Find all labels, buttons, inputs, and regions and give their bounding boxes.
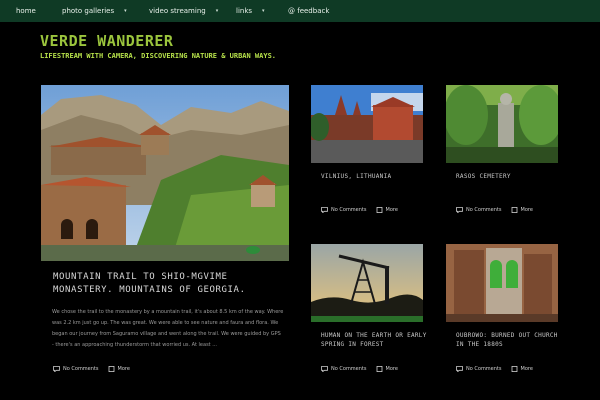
chevron-down-icon: ▾ xyxy=(262,8,265,14)
post-meta-burned-church: No Comments More xyxy=(456,366,533,372)
comments-link[interactable]: No Comments xyxy=(331,366,367,372)
comments-link[interactable]: No Comments xyxy=(63,366,99,372)
document-icon xyxy=(511,366,517,372)
nav-home-label: home xyxy=(16,7,36,15)
chevron-down-icon: ▾ xyxy=(215,8,219,14)
comment-icon xyxy=(321,207,328,213)
comment-icon xyxy=(321,366,328,372)
nav-video-streaming-label: video streaming xyxy=(149,7,206,15)
post-meta-rasos-cemetery: No Comments More xyxy=(456,207,533,213)
comment-icon xyxy=(456,366,463,372)
comment-icon xyxy=(456,207,463,213)
document-icon xyxy=(376,207,382,213)
featured-post-image[interactable] xyxy=(41,85,289,261)
chevron-down-icon: ▾ xyxy=(124,8,127,14)
post-title-burned-church[interactable]: OUBROWO: BURNED OUT CHURCH IN THE 1880S xyxy=(456,331,566,349)
comment-icon xyxy=(53,366,60,372)
post-thumbnail-rasos-cemetery[interactable] xyxy=(446,85,558,163)
post-thumbnail-vilnius[interactable] xyxy=(311,85,423,163)
document-icon xyxy=(376,366,382,372)
nav-video-streaming[interactable]: video streaming ▾ xyxy=(149,7,218,15)
document-icon xyxy=(511,207,517,213)
featured-post-title[interactable]: MOUNTAIN TRAIL TO SHIO-MGVIME MONASTERY.… xyxy=(53,271,278,297)
post-title-human-on-earth[interactable]: HUMAN ON THE EARTH OR EARLY SPRING IN FO… xyxy=(321,331,431,349)
nav-feedback[interactable]: @ feedback xyxy=(288,7,329,15)
nav-home[interactable]: home xyxy=(16,7,36,15)
post-thumbnail-human-on-earth[interactable] xyxy=(311,244,423,322)
comments-link[interactable]: No Comments xyxy=(466,366,502,372)
more-link[interactable]: More xyxy=(386,207,398,213)
nav-photo-galleries[interactable]: photo galleries ▾ xyxy=(62,7,127,15)
nav-links[interactable]: links ▾ xyxy=(236,7,265,15)
site-title[interactable]: VERDE WANDERER xyxy=(40,32,173,50)
more-link[interactable]: More xyxy=(386,366,398,372)
nav-feedback-label: @ feedback xyxy=(288,7,330,15)
site-tagline: LIFESTREAM WITH CAMERA, DISCOVERING NATU… xyxy=(40,52,277,60)
nav-photo-galleries-label: photo galleries xyxy=(62,7,115,15)
more-link[interactable]: More xyxy=(118,366,130,372)
more-link[interactable]: More xyxy=(521,366,533,372)
post-meta-human-on-earth: No Comments More xyxy=(321,366,398,372)
post-meta-vilnius: No Comments More xyxy=(321,207,398,213)
post-title-vilnius[interactable]: VILNIUS, LITHUANIA xyxy=(321,172,431,181)
post-thumbnail-burned-church[interactable] xyxy=(446,244,558,322)
featured-post-excerpt: We chose the trail to the monastery by a… xyxy=(52,309,284,348)
featured-post-meta: No Comments More xyxy=(53,366,130,372)
comments-link[interactable]: No Comments xyxy=(331,207,367,213)
post-title-rasos-cemetery[interactable]: RASOS CEMETERY xyxy=(456,172,566,181)
nav-links-label: links xyxy=(236,7,253,15)
comments-link[interactable]: No Comments xyxy=(466,207,502,213)
top-navigation: home photo galleries ▾ video streaming ▾… xyxy=(0,0,600,22)
more-link[interactable]: More xyxy=(521,207,533,213)
document-icon xyxy=(108,366,114,372)
